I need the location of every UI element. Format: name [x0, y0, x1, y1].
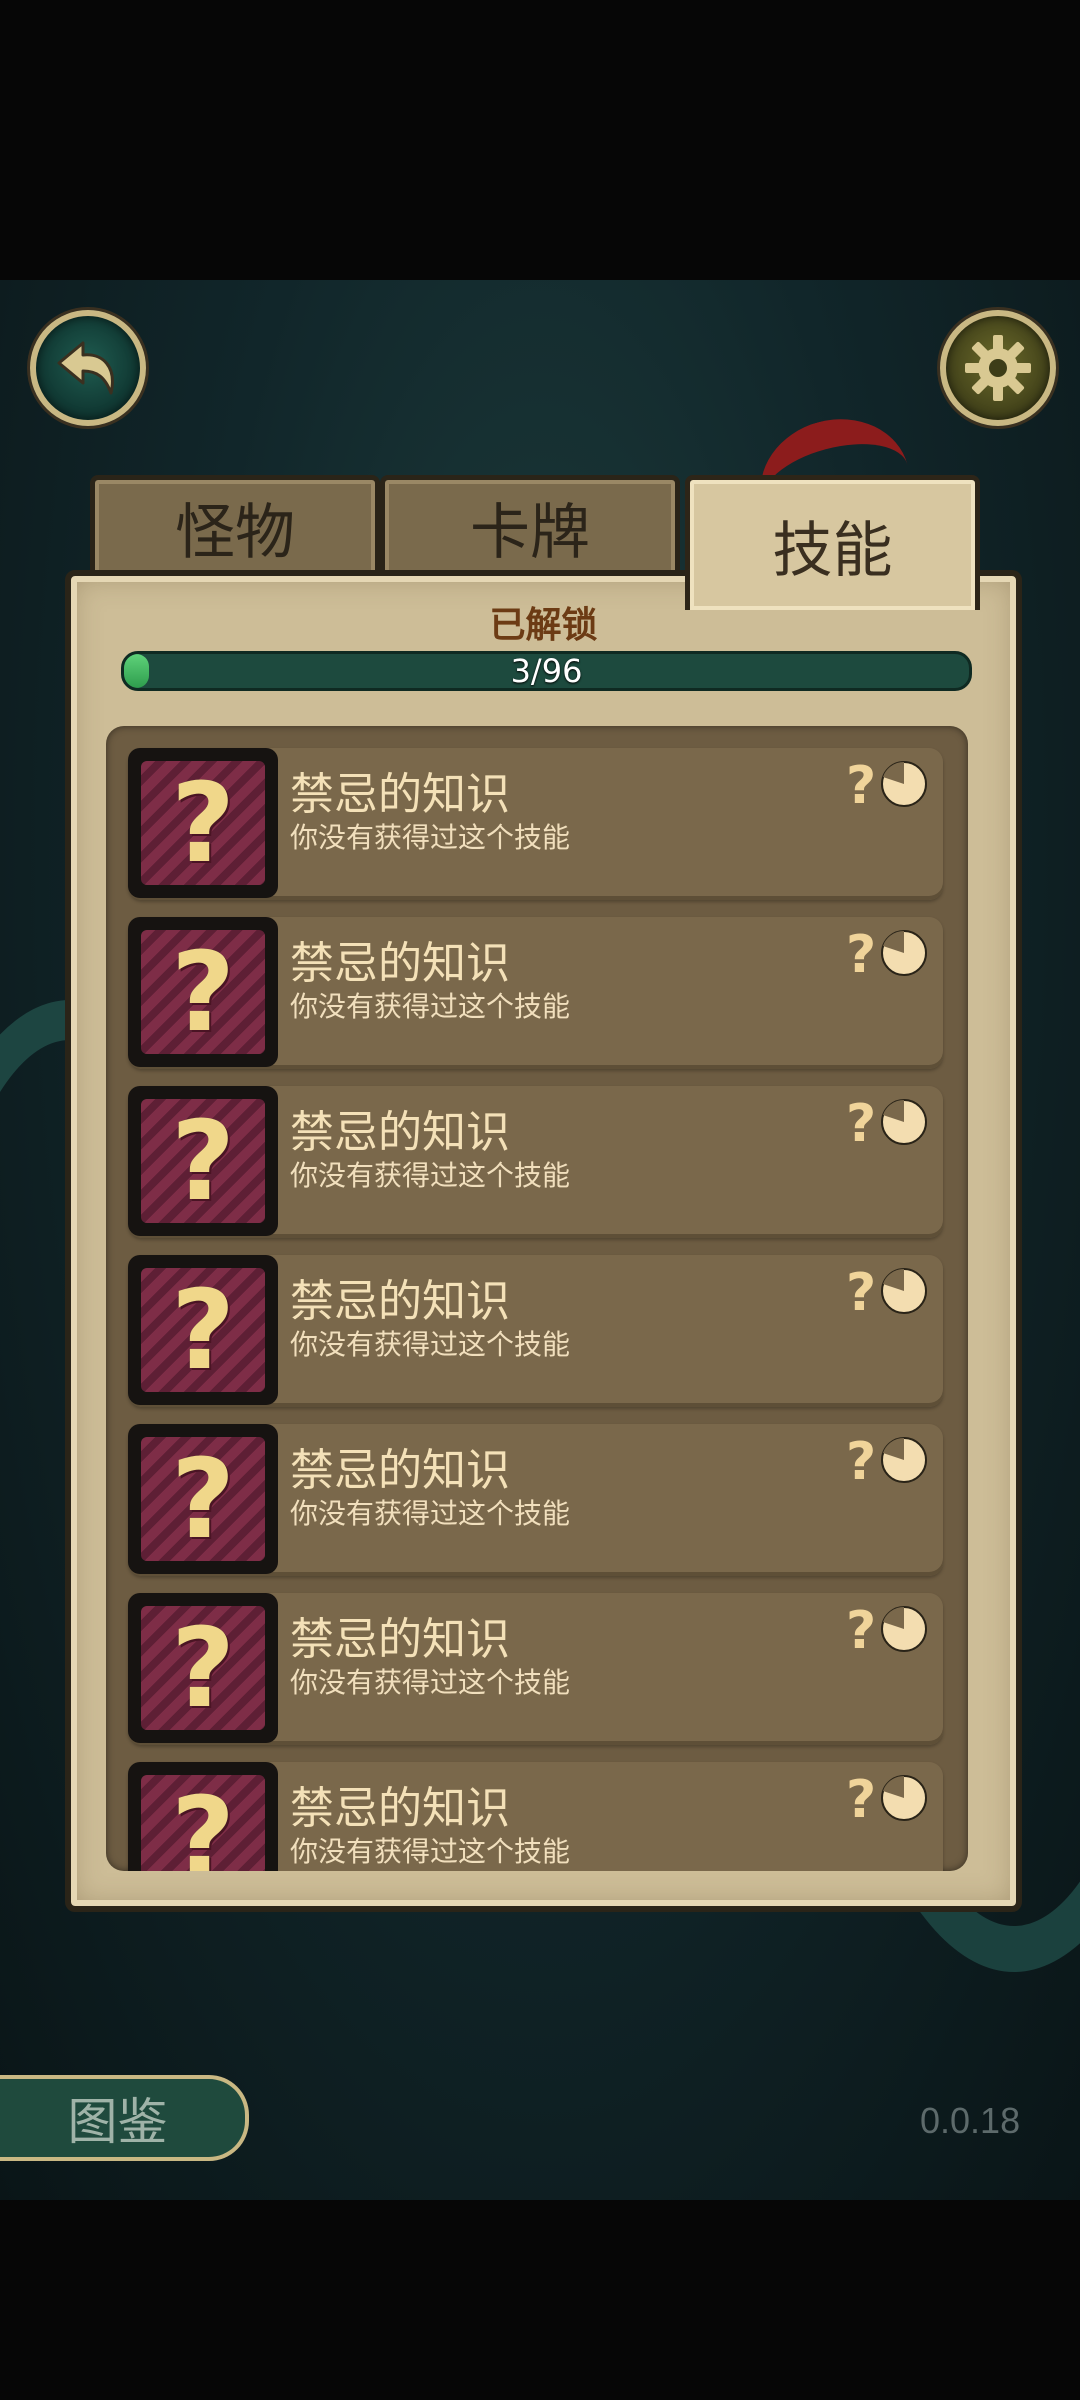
- back-button[interactable]: [30, 310, 146, 426]
- skill-description: 你没有获得过这个技能: [290, 1159, 571, 1192]
- unknown-badge: ?: [846, 925, 877, 985]
- question-icon: ?: [141, 761, 265, 885]
- pie-timer-icon: [881, 1268, 927, 1314]
- progress-text: 3/96: [510, 652, 583, 690]
- skill-icon-glyph: ?: [171, 759, 235, 887]
- skill-title: 禁忌的知识: [290, 1276, 510, 1327]
- skill-icon-glyph: ?: [171, 1266, 235, 1394]
- letterbox-top: [0, 0, 1080, 280]
- skill-title: 禁忌的知识: [290, 938, 510, 989]
- question-icon: ?: [141, 1775, 265, 1871]
- skill-title: 禁忌的知识: [290, 1445, 510, 1496]
- skill-description: 你没有获得过这个技能: [290, 1328, 571, 1361]
- skill-icon-glyph: ?: [171, 1604, 235, 1732]
- unknown-badge: ?: [846, 1432, 877, 1492]
- skill-icon-frame: ?: [128, 1593, 278, 1743]
- tab-skills[interactable]: 技能: [685, 475, 980, 610]
- skill-icon-frame: ?: [128, 748, 278, 898]
- skill-row[interactable]: ? 禁忌的知识 你没有获得过这个技能?: [128, 1424, 943, 1576]
- tab-cards[interactable]: 卡牌: [380, 475, 680, 575]
- skill-icon-frame: ?: [128, 1762, 278, 1871]
- pie-timer-icon: [881, 1606, 927, 1652]
- skill-description: 你没有获得过这个技能: [290, 990, 571, 1023]
- skill-icon-frame: ?: [128, 917, 278, 1067]
- skill-row[interactable]: ? 禁忌的知识 你没有获得过这个技能?: [128, 1762, 943, 1871]
- unknown-badge: ?: [846, 1770, 877, 1830]
- pie-timer-icon: [881, 1099, 927, 1145]
- skill-description: 你没有获得过这个技能: [290, 1666, 571, 1699]
- skill-title: 禁忌的知识: [290, 1614, 510, 1665]
- settings-button[interactable]: [940, 310, 1056, 426]
- question-icon: ?: [141, 1437, 265, 1561]
- skill-description: 你没有获得过这个技能: [290, 821, 571, 854]
- skill-row[interactable]: ? 禁忌的知识 你没有获得过这个技能?: [128, 1255, 943, 1407]
- skill-title: 禁忌的知识: [290, 1783, 510, 1834]
- letterbox-bottom: [0, 2200, 1080, 2400]
- skill-row[interactable]: ? 禁忌的知识 你没有获得过这个技能?: [128, 1593, 943, 1745]
- skill-title: 禁忌的知识: [290, 1107, 510, 1158]
- unknown-badge: ?: [846, 1094, 877, 1154]
- skills-panel: 已解锁 3/96 ? 禁忌的知识 你没有获得过这个技能?? 禁忌的知识 你没有获得过这个…: [65, 570, 1022, 1912]
- skill-icon-frame: ?: [128, 1086, 278, 1236]
- pie-timer-icon: [881, 761, 927, 807]
- unknown-badge: ?: [846, 756, 877, 816]
- gear-icon: [965, 335, 1031, 401]
- unlock-label: 已解锁: [489, 605, 598, 646]
- skill-row[interactable]: ? 禁忌的知识 你没有获得过这个技能?: [128, 1086, 943, 1238]
- pie-timer-icon: [881, 930, 927, 976]
- question-icon: ?: [141, 1268, 265, 1392]
- pie-timer-icon: [881, 1775, 927, 1821]
- skill-row[interactable]: ? 禁忌的知识 你没有获得过这个技能?: [128, 748, 943, 900]
- skill-icon-frame: ?: [128, 1424, 278, 1574]
- question-icon: ?: [141, 930, 265, 1054]
- skill-icon-glyph: ?: [171, 1435, 235, 1563]
- skill-list[interactable]: ? 禁忌的知识 你没有获得过这个技能?? 禁忌的知识 你没有获得过这个技能?? 禁忌的知识…: [106, 726, 968, 1871]
- codex-button[interactable]: 图鉴: [0, 2075, 249, 2161]
- question-icon: ?: [141, 1099, 265, 1223]
- version-label: 0.0.18: [920, 2100, 1021, 2141]
- skill-description: 你没有获得过这个技能: [290, 1835, 571, 1868]
- tab-monsters[interactable]: 怪物: [90, 475, 380, 575]
- skill-description: 你没有获得过这个技能: [290, 1497, 571, 1530]
- skill-icon-glyph: ?: [171, 928, 235, 1056]
- skill-icon-frame: ?: [128, 1255, 278, 1405]
- skill-row[interactable]: ? 禁忌的知识 你没有获得过这个技能?: [128, 917, 943, 1069]
- unknown-badge: ?: [846, 1263, 877, 1323]
- unlock-progress-bar: 3/96: [121, 651, 972, 691]
- skill-icon-glyph: ?: [171, 1097, 235, 1225]
- skill-icon-glyph: ?: [171, 1773, 235, 1871]
- unknown-badge: ?: [846, 1601, 877, 1661]
- question-icon: ?: [141, 1606, 265, 1730]
- codex-screen: 怪物 卡牌 技能 已解锁 3/96 ? 禁忌的知识 你没有获得过这个技能?? 禁忌的知…: [0, 280, 1080, 2200]
- skill-title: 禁忌的知识: [290, 769, 510, 820]
- pie-timer-icon: [881, 1437, 927, 1483]
- back-arrow-icon: [57, 341, 114, 395]
